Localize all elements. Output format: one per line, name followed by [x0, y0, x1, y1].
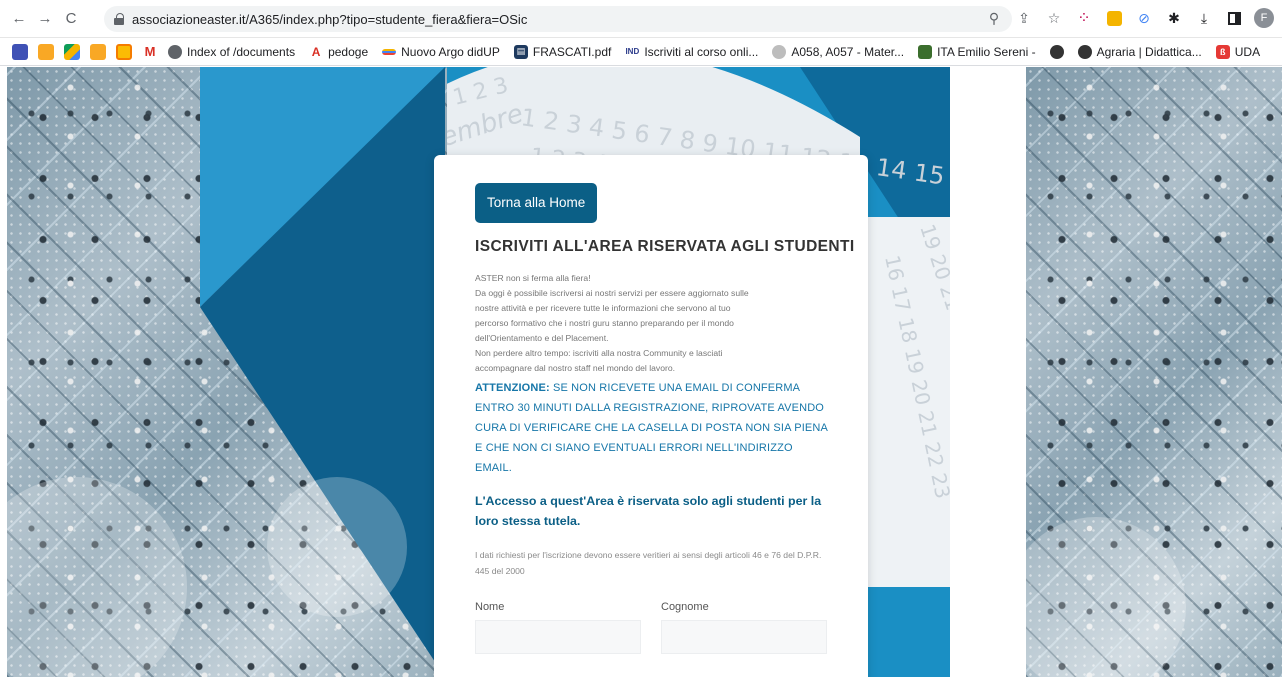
nome-field-group: Nome: [475, 601, 641, 654]
globe-icon: [1049, 44, 1064, 59]
url-text[interactable]: associazioneaster.it/A365/index.php?tipo…: [132, 12, 527, 27]
warning-text: SE NON RICEVETE UNA EMAIL DI CONFERMA EN…: [475, 382, 828, 474]
bookmark-app-2-icon[interactable]: [90, 43, 106, 60]
forward-arrow-icon[interactable]: →: [34, 8, 56, 30]
download-icon[interactable]: ⤓: [1194, 8, 1214, 28]
reload-icon[interactable]: C: [60, 8, 82, 30]
bookmark-ita-sereni[interactable]: ITA Emilio Sereni -: [918, 44, 1036, 59]
bookmark-iscriviti-corso[interactable]: IND Iscriviti al corso onli...: [625, 44, 758, 59]
seal-icon: [772, 44, 787, 59]
globe-icon: [168, 44, 182, 59]
extension-yellow-icon[interactable]: [1104, 8, 1124, 28]
legal-note: I dati richiesti per l'iscrizione devono…: [475, 550, 822, 576]
apps-grid-icon[interactable]: [12, 43, 28, 60]
cognome-field-group: Cognome: [661, 601, 827, 654]
google-drive-icon[interactable]: [64, 43, 80, 60]
share-icon[interactable]: ⇪: [1014, 8, 1034, 28]
bookmark-index-documents[interactable]: Index of /documents: [168, 44, 295, 59]
back-arrow-icon[interactable]: ←: [8, 8, 30, 30]
toolbar-actions: ⚲ ⇪ ☆ ⁘ ⊘ ✱ ⤓ F: [984, 8, 1274, 28]
incognito-icon: [1077, 44, 1092, 59]
intro-text: ASTER non si ferma alla fiera! Da oggi è…: [475, 273, 749, 373]
lock-icon[interactable]: [114, 13, 124, 25]
access-note: L'Accesso a quest'Area è riservata solo …: [475, 494, 822, 528]
photo-right-circle: [1026, 517, 1186, 677]
photo-left-mask: [7, 67, 447, 677]
nome-label: Nome: [475, 601, 505, 613]
web-page: Agosto 1 2 3 Settembre 1 2 3 4 5 6 7 8 9…: [0, 67, 1282, 677]
warning-label: ATTENZIONE:: [475, 382, 550, 394]
school-icon: [918, 44, 933, 59]
bookmark-uda[interactable]: ß UDA: [1215, 44, 1260, 59]
white-divider-strip: [950, 67, 1026, 677]
browser-toolbar: ← → C associazioneaster.it/A365/index.ph…: [0, 0, 1282, 38]
extension-check-icon[interactable]: ⊘: [1134, 8, 1154, 28]
bookmark-app-1-icon[interactable]: [38, 43, 54, 60]
bookmark-pedoge[interactable]: A pedoge: [309, 44, 368, 59]
profile-avatar[interactable]: F: [1254, 8, 1274, 28]
bookmark-frascati-pdf[interactable]: ▤ FRASCATI.pdf: [513, 44, 611, 59]
bookmark-argo-didup[interactable]: Nuovo Argo didUP: [382, 45, 500, 59]
extension-dots-icon[interactable]: ⁘: [1074, 8, 1094, 28]
gmail-icon[interactable]: M: [142, 43, 158, 60]
pedoge-icon: A: [309, 44, 324, 59]
bookmarks-bar: M Index of /documents A pedoge Nuovo Arg…: [0, 38, 1282, 66]
nome-input[interactable]: [475, 620, 641, 654]
indire-icon: IND: [625, 44, 640, 59]
cognome-input[interactable]: [661, 620, 827, 654]
bookmark-agraria[interactable]: Agraria | Didattica...: [1077, 44, 1202, 59]
bookmark-star-icon[interactable]: ☆: [1044, 8, 1064, 28]
registration-card: Torna alla Home ISCRIVITI ALL'AREA RISER…: [434, 155, 868, 677]
bookmark-a058-a057[interactable]: A058, A057 - Mater...: [772, 44, 904, 59]
extensions-puzzle-icon[interactable]: ✱: [1164, 8, 1184, 28]
back-home-button[interactable]: Torna alla Home: [475, 183, 598, 223]
name-fields-row: Nome Cognome: [475, 601, 828, 654]
uda-icon: ß: [1215, 44, 1230, 59]
document-icon: ▤: [513, 44, 528, 59]
side-panel-icon[interactable]: [1224, 8, 1244, 28]
cognome-label: Cognome: [661, 601, 709, 613]
zoom-icon[interactable]: ⚲: [984, 8, 1004, 28]
argo-icon: [382, 48, 397, 55]
bookmark-app-3-icon[interactable]: [116, 43, 132, 60]
address-bar[interactable]: associazioneaster.it/A365/index.php?tipo…: [104, 6, 1012, 32]
bookmark-globe-2[interactable]: [1049, 44, 1064, 59]
email-warning: ATTENZIONE: SE NON RICEVETE UNA EMAIL DI…: [475, 378, 828, 478]
page-title: ISCRIVITI ALL'AREA RISERVATA AGLI STUDEN…: [475, 238, 855, 255]
aerial-crowd-photo-right: [1026, 67, 1282, 677]
